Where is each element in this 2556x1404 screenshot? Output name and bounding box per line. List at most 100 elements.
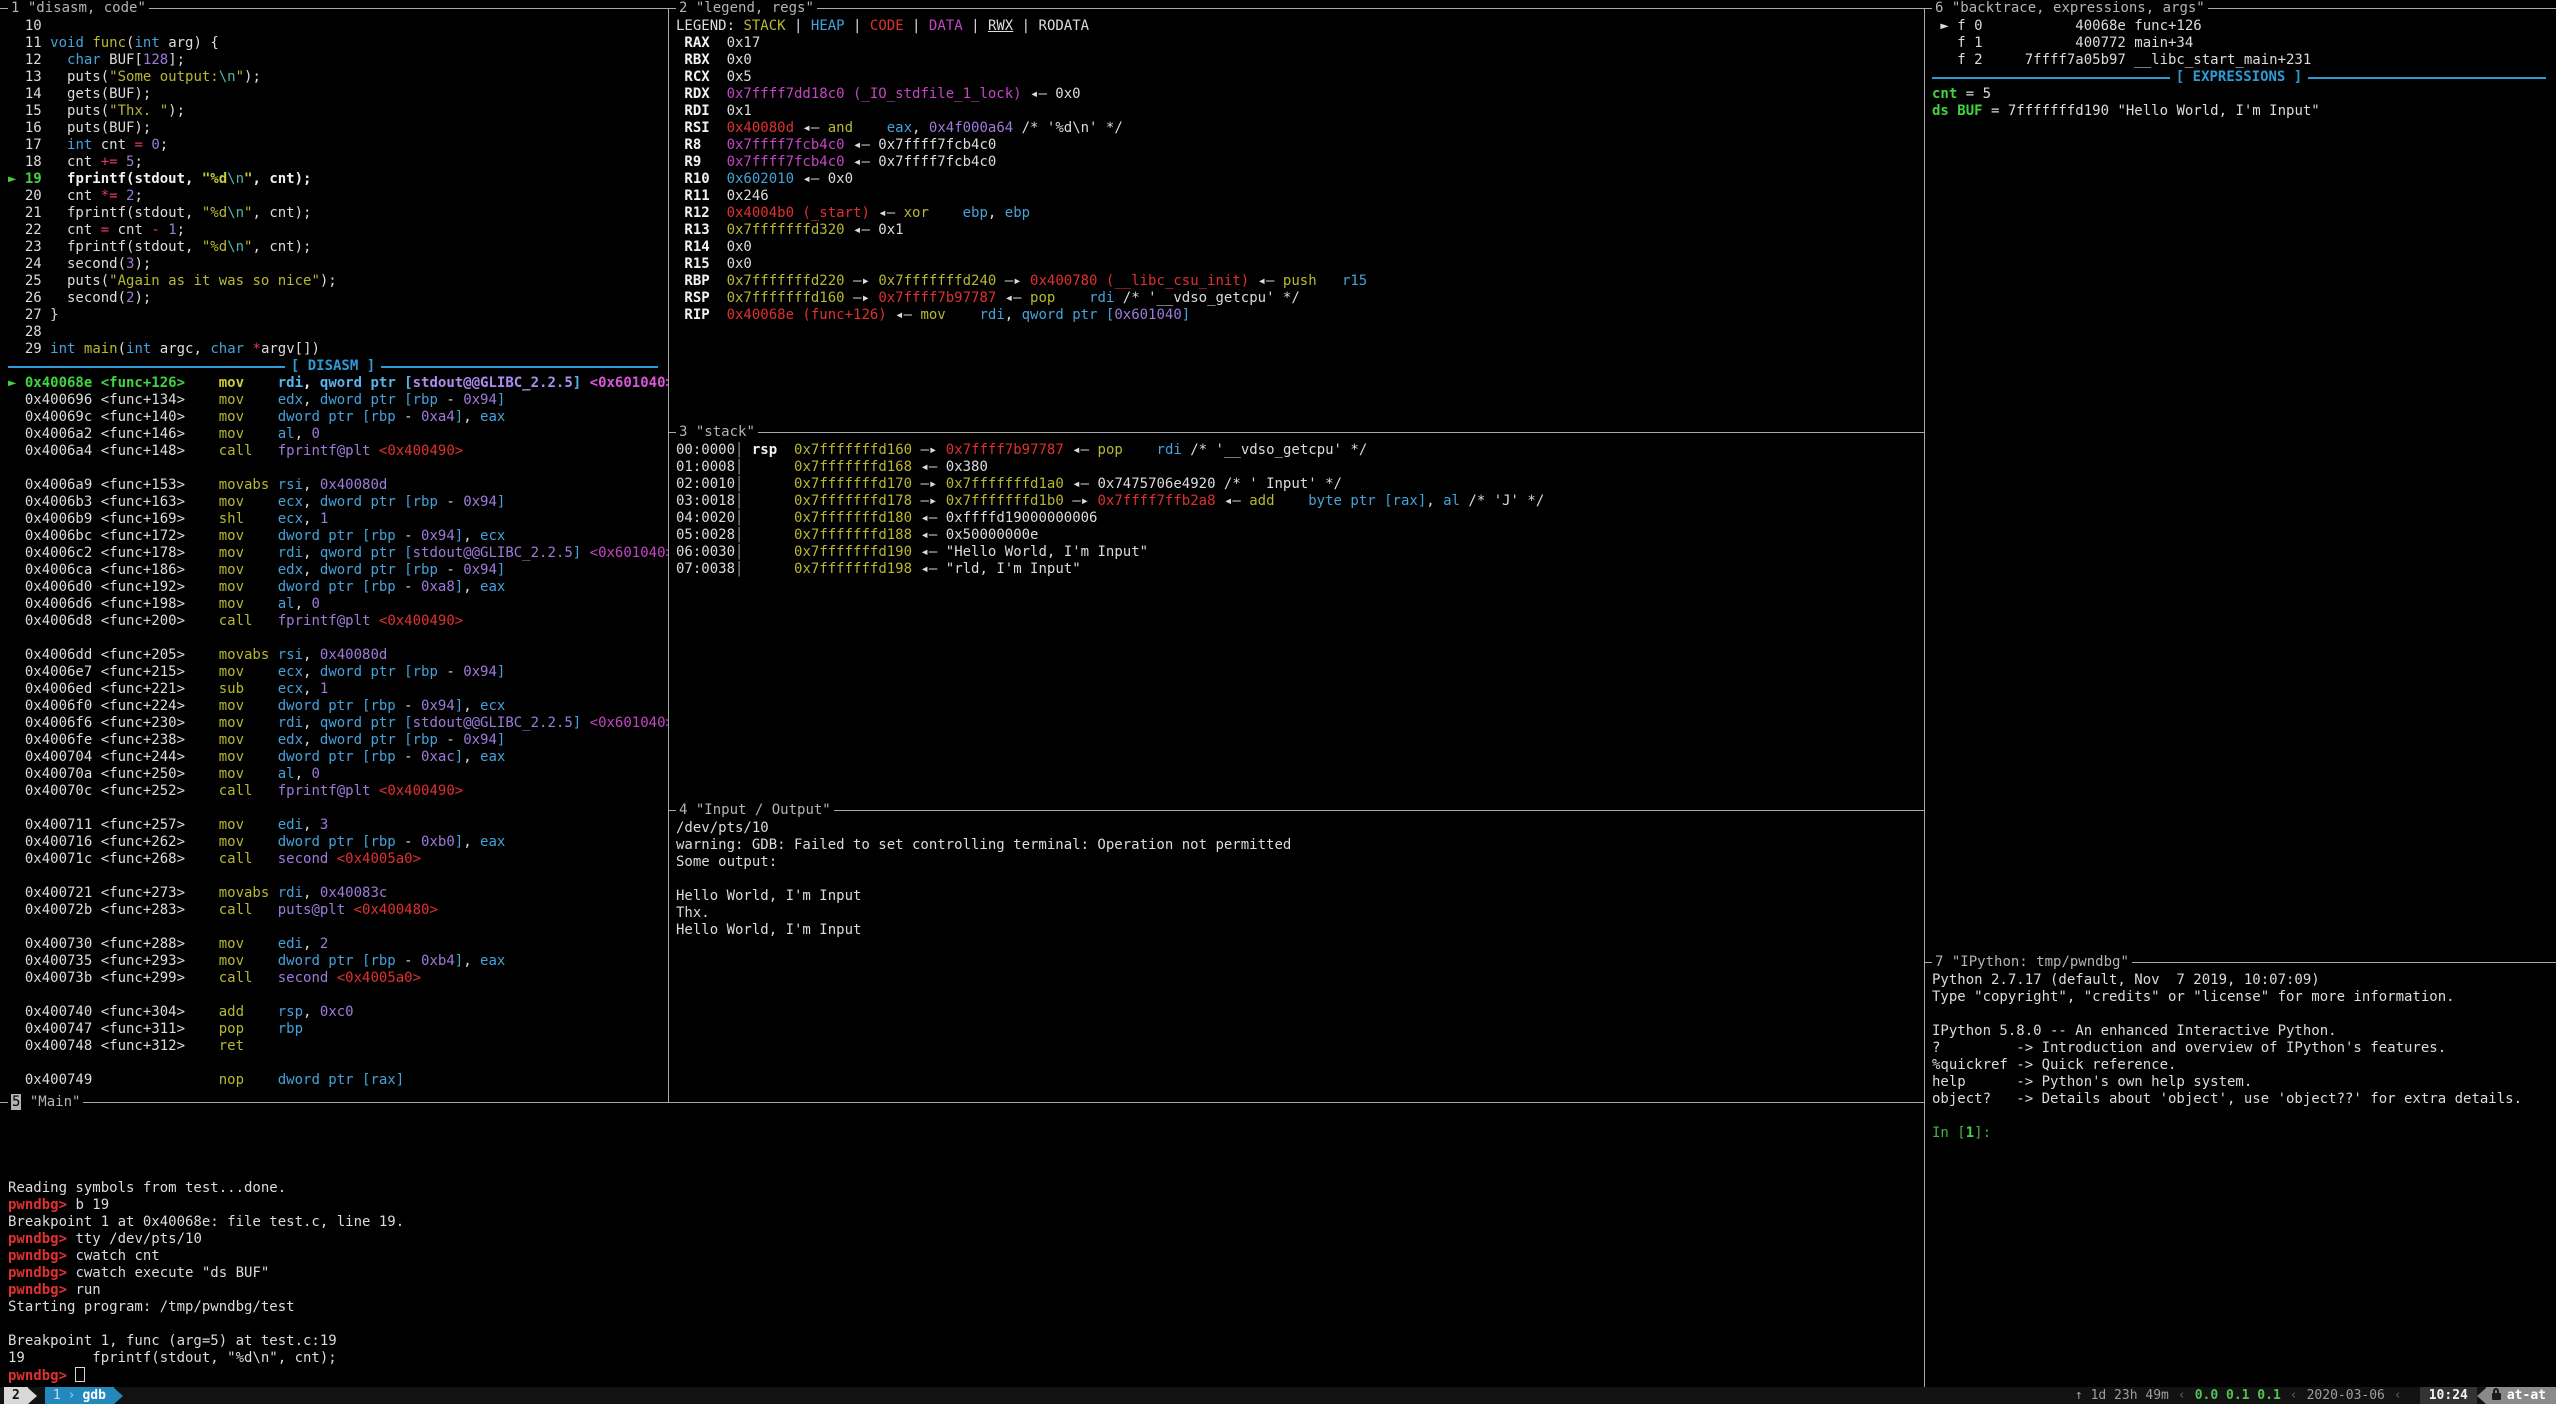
terminal-line bbox=[8, 1129, 1924, 1146]
terminal-line: f 2 7ffff7a05b97 __libc_start_main+231 bbox=[1932, 52, 2556, 69]
terminal-line: In [1]: bbox=[1932, 1125, 2556, 1142]
terminal-line: ► 19 fprintf(stdout, "%d\n", cnt); bbox=[8, 171, 668, 188]
pane-title: "backtrace, expressions, args" bbox=[1952, 0, 2205, 16]
terminal-line: RIP 0x40068e (func+126) ◂— mov rdi, qwor… bbox=[676, 307, 1924, 324]
pane-regs-header: 2 "legend, regs" bbox=[676, 0, 817, 17]
pane-registers[interactable]: 2 "legend, regs" LEGEND: STACK | HEAP | … bbox=[668, 8, 1924, 432]
terminal-line: ds BUF = 7fffffffd190 "Hello World, I'm … bbox=[1932, 103, 2556, 120]
statusbar-left: 2 1 › gdb bbox=[0, 1387, 123, 1404]
pane-disasm-code[interactable]: 1 "disasm, code" 10 11 void func(int arg… bbox=[0, 8, 668, 1102]
lock-icon bbox=[2492, 1393, 2501, 1400]
expressions-separator: [ EXPRESSIONS ] bbox=[1932, 69, 2546, 86]
stack-listing: 00:0000│ rsp 0x7fffffffd160 —▸ 0x7ffff7b… bbox=[676, 442, 1924, 578]
tmux-session-indicator[interactable]: 2 bbox=[4, 1387, 28, 1404]
pane-number: 6 bbox=[1935, 0, 1943, 16]
terminal-line: R15 0x0 bbox=[676, 256, 1924, 273]
gdb-console-output[interactable]: Reading symbols from test...done.pwndbg>… bbox=[8, 1112, 1924, 1384]
terminal-line: R11 0x246 bbox=[676, 188, 1924, 205]
statusbar-separator-icon: ‹ bbox=[2290, 1387, 2298, 1404]
tmux-statusbar: 2 1 › gdb ↑ 1d 23h 49m ‹ 0.0 0.1 0.1 ‹ 2… bbox=[0, 1387, 2556, 1404]
pane-io[interactable]: 4 "Input / Output" /dev/pts/10warning: G… bbox=[668, 810, 1924, 1102]
terminal-line: 0x4006a9 <func+153> movabs rsi, 0x40080d bbox=[8, 477, 668, 494]
terminal-line: RAX 0x17 bbox=[676, 35, 1924, 52]
terminal-line: 19 fprintf(stdout, "%d\n", cnt); bbox=[8, 1350, 1924, 1367]
terminal-line: RBP 0x7fffffffd220 —▸ 0x7fffffffd240 —▸ … bbox=[676, 273, 1924, 290]
terminal-line: 28 bbox=[8, 324, 668, 341]
terminal-line: 07:0038│ 0x7fffffffd198 ◂— "rld, I'm Inp… bbox=[676, 561, 1924, 578]
pane-stack[interactable]: 3 "stack" 00:0000│ rsp 0x7fffffffd160 —▸… bbox=[668, 432, 1924, 810]
terminal-line: R12 0x4004b0 (_start) ◂— xor ebp, ebp bbox=[676, 205, 1924, 222]
terminal-line: 0x4006c2 <func+178> mov rdi, qword ptr [… bbox=[8, 545, 668, 562]
terminal-line: 0x4006f6 <func+230> mov rdi, qword ptr [… bbox=[8, 715, 668, 732]
terminal-line: 20 cnt *= 2; bbox=[8, 188, 668, 205]
terminal-line: 13 puts("Some output:\n"); bbox=[8, 69, 668, 86]
powerline-arrow-left-icon bbox=[2477, 1388, 2486, 1404]
terminal-line: 0x40073b <func+299> call second <0x4005a… bbox=[8, 970, 668, 987]
terminal-line: 06:0030│ 0x7fffffffd190 ◂— "Hello World,… bbox=[676, 544, 1924, 561]
terminal-line: Type "copyright", "credits" or "license"… bbox=[1932, 989, 2556, 1006]
terminal-line: 0x4006f0 <func+224> mov dword ptr [rbp -… bbox=[8, 698, 668, 715]
terminal-line: 0x4006d6 <func+198> mov al, 0 bbox=[8, 596, 668, 613]
terminal-line: 0x400749 nop dword ptr [rax] bbox=[8, 1072, 668, 1089]
window-separator-icon: › bbox=[68, 1387, 76, 1404]
terminal-line bbox=[8, 868, 668, 885]
separator-line bbox=[381, 366, 658, 368]
terminal-line: 23 fprintf(stdout, "%d\n", cnt); bbox=[8, 239, 668, 256]
pane-backtrace[interactable]: 6 "backtrace, expressions, args" ► f 0 4… bbox=[1924, 8, 2556, 962]
window-index: 1 bbox=[53, 1387, 61, 1404]
terminal-line: %quickref -> Quick reference. bbox=[1932, 1057, 2556, 1074]
terminal-line: pwndbg> run bbox=[8, 1282, 1924, 1299]
expressions-separator-label: [ EXPRESSIONS ] bbox=[2170, 69, 2308, 86]
terminal-line: 16 puts(BUF); bbox=[8, 120, 668, 137]
terminal-line: 0x4006a2 <func+146> mov al, 0 bbox=[8, 426, 668, 443]
pane-number: 7 bbox=[1935, 954, 1943, 970]
pane-title: "Input / Output" bbox=[696, 802, 831, 818]
terminal-line: 0x400716 <func+262> mov dword ptr [rbp -… bbox=[8, 834, 668, 851]
pane-title: "legend, regs" bbox=[696, 0, 814, 16]
terminal-line: R13 0x7fffffffd320 ◂— 0x1 bbox=[676, 222, 1924, 239]
terminal-line: RDI 0x1 bbox=[676, 103, 1924, 120]
pane-stack-header: 3 "stack" bbox=[676, 424, 758, 441]
pane-title: "IPython: tmp/pwndbg" bbox=[1952, 954, 2129, 970]
separator-line bbox=[8, 366, 285, 368]
pane-number-active: 5 bbox=[11, 1094, 21, 1110]
load-average: 0.0 0.1 0.1 bbox=[2195, 1387, 2281, 1404]
pane-disasm-header: 1 "disasm, code" bbox=[8, 0, 149, 17]
terminal-line: LEGEND: STACK | HEAP | CODE | DATA | RWX… bbox=[676, 18, 1924, 35]
hostname: at-at bbox=[2507, 1387, 2546, 1404]
terminal-line bbox=[8, 1055, 668, 1072]
pane-io-header: 4 "Input / Output" bbox=[676, 802, 834, 819]
pane-number: 1 bbox=[11, 0, 19, 16]
terminal-line: warning: GDB: Failed to set controlling … bbox=[676, 837, 1924, 854]
terminal-line: 27 } bbox=[8, 307, 668, 324]
terminal-line bbox=[8, 919, 668, 936]
terminal-line: Breakpoint 1 at 0x40068e: file test.c, l… bbox=[8, 1214, 1924, 1231]
terminal-line: IPython 5.8.0 -- An enhanced Interactive… bbox=[1932, 1023, 2556, 1040]
window-name: gdb bbox=[82, 1387, 105, 1404]
text-cursor[interactable] bbox=[75, 1367, 85, 1382]
terminal-line: RBX 0x0 bbox=[676, 52, 1924, 69]
separator-line bbox=[2308, 77, 2546, 79]
terminal-line: 0x400730 <func+288> mov edi, 2 bbox=[8, 936, 668, 953]
terminal-line: /dev/pts/10 bbox=[676, 820, 1924, 837]
terminal-line: 25 puts("Again as it was so nice"); bbox=[8, 273, 668, 290]
clock-indicator: 10:24 bbox=[2420, 1387, 2477, 1404]
terminal-line: ► 0x40068e <func+126> mov rdi, qword ptr… bbox=[8, 375, 668, 392]
terminal-line: 0x400696 <func+134> mov edx, dword ptr [… bbox=[8, 392, 668, 409]
terminal-line: 0x4006ed <func+221> sub ecx, 1 bbox=[8, 681, 668, 698]
pane-backtrace-header: 6 "backtrace, expressions, args" bbox=[1932, 0, 2208, 17]
terminal-line: help -> Python's own help system. bbox=[1932, 1074, 2556, 1091]
terminal-line: 14 gets(BUF); bbox=[8, 86, 668, 103]
ipython-output: Python 2.7.17 (default, Nov 7 2019, 10:0… bbox=[1932, 972, 2556, 1142]
terminal-line: 0x400704 <func+244> mov dword ptr [rbp -… bbox=[8, 749, 668, 766]
pane-main-header: 5 "Main" bbox=[8, 1094, 83, 1111]
terminal-line: 0x400740 <func+304> add rsp, 0xc0 bbox=[8, 1004, 668, 1021]
terminal-line: RSI 0x40080d ◂— and eax, 0x4f000a64 /* '… bbox=[676, 120, 1924, 137]
uptime-value: 1d 23h 49m bbox=[2091, 1388, 2169, 1403]
pane-ipython[interactable]: 7 "IPython: tmp/pwndbg" Python 2.7.17 (d… bbox=[1924, 962, 2556, 1387]
pane-main-console[interactable]: 5 "Main" Reading symbols from test...don… bbox=[0, 1102, 1924, 1387]
powerline-arrow-right-icon bbox=[28, 1388, 37, 1404]
terminal-line bbox=[8, 987, 668, 1004]
tmux-window-tab-gdb[interactable]: 1 › gdb bbox=[45, 1387, 114, 1404]
terminal-line: 01:0008│ 0x7fffffffd168 ◂— 0x380 bbox=[676, 459, 1924, 476]
